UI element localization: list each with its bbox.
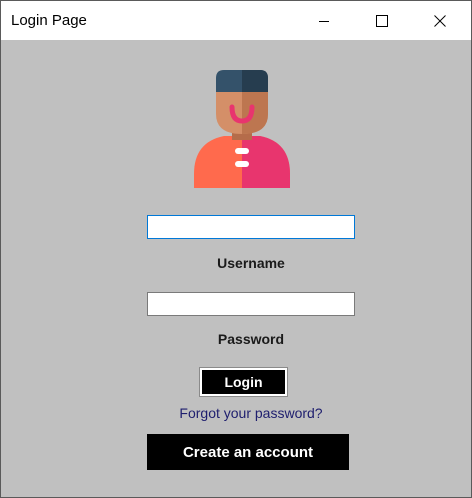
- close-button[interactable]: [417, 1, 463, 40]
- create-account-button[interactable]: Create an account: [147, 434, 349, 470]
- login-window: Login Page Username Password Login Forgo…: [0, 0, 472, 498]
- username-input[interactable]: [147, 215, 355, 239]
- user-avatar-icon: [194, 70, 290, 188]
- login-form: Username Password Login Forgot your pass…: [1, 40, 471, 497]
- minimize-button[interactable]: [301, 1, 347, 40]
- close-icon: [434, 14, 446, 27]
- maximize-button[interactable]: [359, 1, 405, 40]
- login-button[interactable]: Login: [199, 367, 288, 397]
- window-title: Login Page: [11, 12, 87, 29]
- password-input[interactable]: [147, 292, 355, 316]
- minimize-icon: [319, 20, 329, 22]
- maximize-icon: [376, 14, 388, 27]
- username-label: Username: [217, 255, 285, 271]
- forgot-password-link[interactable]: Forgot your password?: [147, 405, 355, 421]
- password-label: Password: [217, 331, 285, 347]
- title-bar[interactable]: Login Page: [1, 1, 471, 40]
